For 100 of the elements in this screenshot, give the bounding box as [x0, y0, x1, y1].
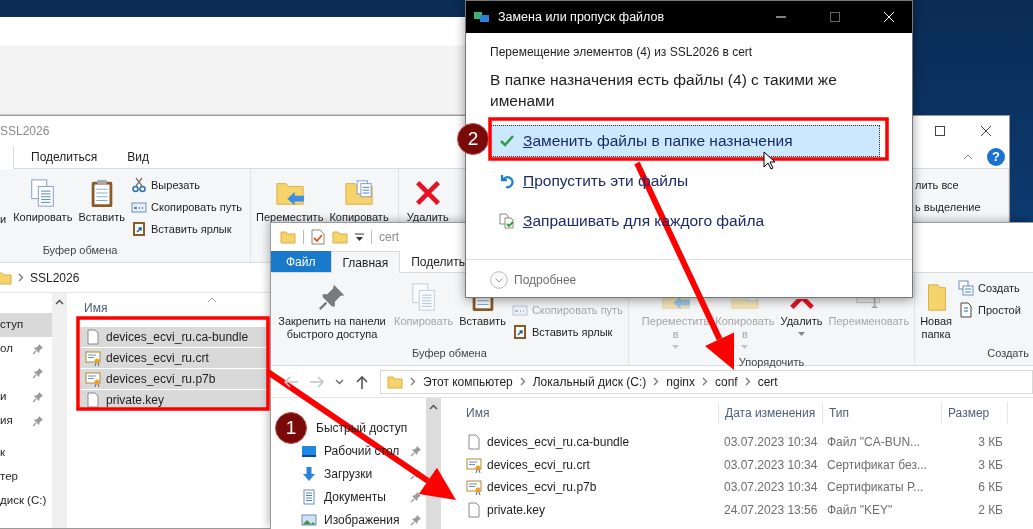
option-button[interactable]: Заменить файлы в папке назначения — [490, 125, 880, 157]
table-cell-text: 6 КБ — [977, 479, 1003, 497]
properties-icon[interactable] — [311, 229, 325, 245]
nav-item[interactable]: к — [0, 441, 6, 465]
table-cell-text: Файл "CA-BUN... — [826, 434, 922, 452]
file-row[interactable]: devices_ecvi_ru.ca-bundle — [80, 327, 268, 348]
document-icon — [301, 488, 317, 505]
folder-icon — [280, 229, 296, 245]
file-name[interactable]: devices_ecvi_ru.crt — [466, 455, 590, 474]
nav-item[interactable]: ия — [0, 409, 13, 433]
group-label: Буфер обмена — [41, 243, 119, 258]
ribbon-button[interactable]: лить все — [915, 174, 1005, 196]
scroll-up-icon[interactable] — [55, 299, 64, 305]
download-icon — [301, 465, 317, 482]
window-title: SSL2026 — [0, 123, 50, 140]
check-icon — [499, 133, 515, 149]
ribbon-button[interactable]: Скопировать путь — [131, 196, 242, 218]
file-row[interactable]: devices_ecvi_ru.crt — [80, 348, 268, 369]
breadcrumb[interactable]: conf — [715, 372, 738, 391]
breadcrumb[interactable]: cert — [757, 372, 778, 391]
window-title: Замена или пропуск файлов — [498, 8, 665, 26]
scroll-up-icon[interactable] — [429, 404, 438, 410]
certificate-icon — [466, 456, 482, 473]
file-row[interactable]: devices_ecvi_ru.p7b — [80, 369, 268, 390]
table-cell-text: 03.07.2023 10:34 — [723, 456, 819, 474]
table-cell-text: Сертификаты P... — [826, 479, 925, 497]
page-icon — [958, 302, 974, 318]
nav-item[interactable]: и — [0, 385, 7, 409]
group-label: Упорядочить — [737, 355, 806, 370]
ribbon-button[interactable]: Переместить — [253, 169, 327, 224]
file-name[interactable]: private.key — [466, 500, 546, 519]
scrollbar[interactable] — [52, 293, 67, 528]
undo-arrow-icon — [499, 173, 515, 189]
table-cell-text: 3 КБ — [977, 456, 1003, 474]
ribbon-button[interactable]: Копировать — [10, 169, 76, 224]
help-button[interactable]: ? — [987, 148, 1005, 166]
file-icon — [466, 501, 482, 518]
table-cell-text: 03.07.2023 10:34 — [723, 479, 819, 497]
ribbon-button[interactable]: Копировать — [326, 169, 392, 224]
details-label[interactable]: Подробнее — [514, 271, 577, 289]
mouse-cursor-icon — [763, 151, 775, 170]
ribbon-button[interactable]: Вырезать — [131, 174, 242, 196]
move-files-icon — [474, 11, 490, 23]
ribbon-button[interactable]: Вставить — [75, 169, 129, 224]
chevron-right-icon — [744, 377, 751, 386]
folder-pages-icon — [729, 299, 760, 312]
ribbon-tab[interactable]: Файл — [271, 251, 331, 272]
collapse-ribbon-icon[interactable] — [963, 154, 973, 160]
ribbon-button[interactable]: Закрепить на панели быстрого доступа — [273, 273, 391, 341]
ribbon-button[interactable]: Вставить ярлык — [511, 321, 623, 343]
table-cell-text: Сертификат без... — [826, 456, 928, 474]
column-header[interactable]: Дата изменения — [719, 404, 822, 422]
breadcrumb[interactable]: SSL2026 — [30, 268, 80, 287]
chevron-right-icon — [653, 377, 660, 386]
ribbon-button[interactable]: Создать — [958, 277, 1021, 299]
group-label: Создать — [986, 346, 1030, 361]
nav-item[interactable]: диск (C:) — [0, 489, 47, 513]
folder-icon — [387, 373, 403, 390]
column-header[interactable]: Имя — [441, 404, 718, 422]
table-cell-text: Файл "KEY" — [826, 501, 894, 519]
folder-link[interactable]: SSL2026 — [669, 45, 720, 59]
nav-item[interactable]: тер — [0, 465, 18, 489]
back-arrow-icon[interactable] — [283, 374, 299, 389]
folder-link[interactable]: cert — [732, 45, 753, 59]
table-cell-text: 2 КБ — [977, 501, 1003, 519]
ribbon-button[interactable]: ь выделение — [915, 196, 1005, 218]
close-icon[interactable] — [981, 126, 991, 136]
file-name[interactable]: devices_ecvi_ru.p7b — [466, 478, 597, 497]
breadcrumb[interactable]: Локальный диск (C:) — [532, 372, 647, 391]
compare-files-icon — [499, 213, 515, 229]
address-bar[interactable]: Этот компьютер Локальный диск (C:) nginx conf cert — [380, 369, 1033, 394]
table-cell-text: 24.07.2023 13:56 — [723, 501, 819, 519]
nav-item[interactable]: ступ — [0, 313, 52, 337]
folder-pages-icon — [344, 178, 374, 208]
column-header[interactable]: Тип — [823, 404, 941, 422]
certificate-icon — [85, 371, 101, 387]
group-label: Буфер обмена — [411, 346, 488, 361]
column-header[interactable]: Размер — [942, 404, 1007, 422]
ribbon-button[interactable]: Простой — [958, 299, 1021, 321]
customize-toolbar-icon[interactable] — [355, 232, 364, 242]
column-header[interactable]: Имя — [84, 299, 108, 321]
ribbon-tab[interactable]: Вид — [112, 146, 164, 168]
nav-item[interactable]: Загрузки — [324, 463, 373, 484]
file-name[interactable]: devices_ecvi_ru.ca-bundle — [466, 433, 630, 452]
maximize-icon[interactable] — [935, 126, 945, 136]
ribbon-button[interactable]: Новая папка — [917, 273, 955, 341]
nav-item[interactable]: ол — [0, 337, 13, 361]
up-arrow-icon[interactable] — [354, 374, 370, 389]
recent-locations-icon[interactable] — [335, 378, 344, 385]
ribbon-tab[interactable]: Главная — [330, 251, 401, 273]
breadcrumb[interactable]: nginx — [666, 372, 695, 391]
breadcrumb[interactable]: Этот компьютер — [423, 372, 513, 391]
nav-item[interactable]: Изображения — [324, 509, 400, 529]
ribbon-button[interactable]: Вставить ярлык — [131, 218, 242, 240]
ribbon-tab[interactable]: Поделиться — [16, 146, 113, 168]
nav-item[interactable]: Документы — [324, 486, 386, 507]
scissors-icon — [131, 177, 148, 193]
file-icon — [85, 329, 101, 345]
chevron-right-icon — [702, 377, 708, 386]
button-label: и — [0, 212, 7, 227]
